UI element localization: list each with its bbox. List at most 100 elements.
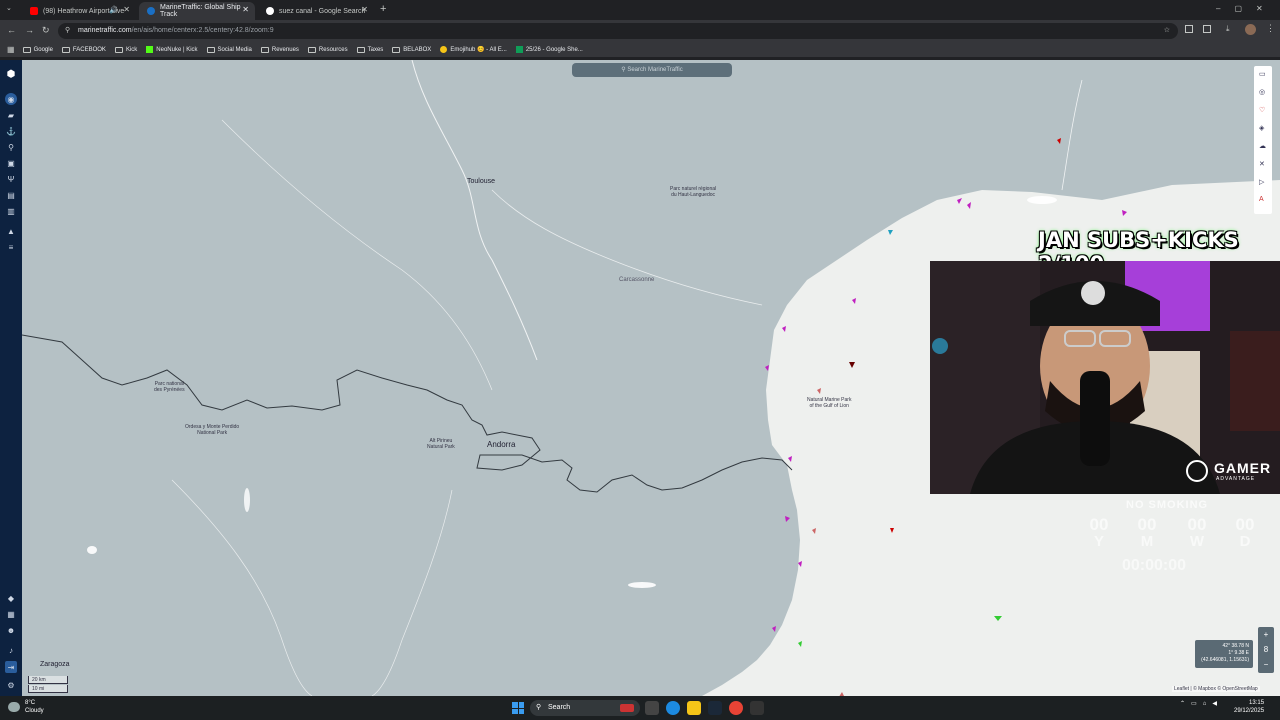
download-icon[interactable]: ⤓ xyxy=(1226,24,1230,34)
port-icon[interactable]: ⚓ xyxy=(5,125,17,137)
display-icon[interactable]: ▭ xyxy=(1191,700,1197,707)
ship-icon[interactable]: ▰ xyxy=(5,109,17,121)
reload-button[interactable]: ↻ xyxy=(42,25,50,36)
bookmark-neonuke[interactable]: NeoNuke | Kick xyxy=(146,46,198,53)
bookmark-resources[interactable]: Resources xyxy=(307,46,348,53)
bookmark-emojihub[interactable]: Emojihub 😊 - All E... xyxy=(440,46,507,53)
bookmark-revenues[interactable]: Revenues xyxy=(260,46,299,53)
weather-widget[interactable]: 8°C Cloudy xyxy=(25,699,44,715)
taskbar-search[interactable]: ⚲ Search xyxy=(530,700,640,716)
tab-search-icon[interactable]: ⌄ xyxy=(6,4,12,12)
database-icon[interactable]: ▦ xyxy=(5,608,17,620)
window-controls[interactable]: –▢✕ xyxy=(1216,4,1277,13)
bookmark-social-media[interactable]: Social Media xyxy=(206,46,252,53)
apps-grid-icon[interactable]: ▦ xyxy=(7,45,15,54)
bookmark-google[interactable]: Google xyxy=(22,46,53,53)
vessel-icon[interactable]: ▲ xyxy=(5,225,17,237)
site-info-icon[interactable]: ⚲ xyxy=(65,23,70,39)
bell-icon[interactable]: ♪ xyxy=(5,644,17,656)
close-tab-icon[interactable]: ✕ xyxy=(242,6,249,14)
folder-icon xyxy=(356,46,365,53)
fleet-icon[interactable]: ▤ xyxy=(5,189,17,201)
settings-gear-icon[interactable]: ⚙ xyxy=(5,679,17,691)
search-icon: ⚲ xyxy=(536,704,542,711)
url-input[interactable]: ⚲ marinetraffic.com/en/ais/home/centerx:… xyxy=(58,23,1178,39)
filter-icon[interactable]: ◎ xyxy=(1259,88,1265,96)
bookmark-google-sheets[interactable]: 25/26 - Google She... xyxy=(515,46,583,53)
route-icon[interactable]: A xyxy=(1259,196,1264,203)
team-icon[interactable]: ☻ xyxy=(5,624,17,636)
windows-start-icon[interactable] xyxy=(512,702,524,714)
vessel-marker[interactable] xyxy=(994,616,1002,621)
tray-chevron-icon[interactable]: ⌃ xyxy=(1180,700,1185,707)
vessel-marker[interactable] xyxy=(772,626,776,632)
back-button[interactable]: ← xyxy=(7,25,16,35)
system-tray: ⌃ ▭ ⌂ ◀ xyxy=(1180,700,1217,708)
bookmark-label: 25/26 - Google She... xyxy=(525,46,583,53)
weather-icon[interactable]: ☁ xyxy=(1259,142,1266,150)
vessel-marker[interactable] xyxy=(812,528,816,534)
globe-icon[interactable]: ◉ xyxy=(5,93,17,105)
vessel-marker[interactable] xyxy=(798,561,802,567)
network-icon[interactable]: ⌂ xyxy=(1203,701,1207,707)
steam-icon[interactable] xyxy=(708,701,722,715)
vessel-marker[interactable] xyxy=(765,365,769,371)
antenna-icon[interactable]: Ψ xyxy=(5,173,17,185)
taskbar-clock[interactable]: 13:15 29/12/2025 xyxy=(1234,699,1264,715)
vessel-marker[interactable] xyxy=(967,202,971,209)
profile-avatar[interactable] xyxy=(1245,24,1256,35)
bookmark-kick[interactable]: Kick xyxy=(114,46,137,53)
zoom-in-button[interactable]: + xyxy=(1258,627,1274,642)
volume-icon[interactable]: ◀ xyxy=(1212,700,1217,707)
file-explorer-icon[interactable] xyxy=(687,701,701,715)
bookmark-taxes[interactable]: Taxes xyxy=(356,46,383,53)
folder-icon xyxy=(260,46,269,53)
tab-google-search[interactable]: suez canal - Google Search ✕ xyxy=(258,2,374,20)
stack-icon[interactable]: ◈ xyxy=(1259,124,1264,132)
vessel-marker[interactable] xyxy=(888,230,893,235)
news-icon[interactable]: ▥ xyxy=(5,205,17,217)
marinetraffic-logo-icon[interactable]: ⬢ xyxy=(5,68,17,80)
anchor-icon[interactable]: ⚲ xyxy=(5,141,17,153)
forward-button[interactable]: → xyxy=(25,25,34,35)
close-tab-icon[interactable]: ✕ xyxy=(361,6,368,14)
vessel-marker[interactable] xyxy=(1122,210,1127,216)
vessel-marker[interactable] xyxy=(788,456,792,462)
obs-icon[interactable] xyxy=(750,701,764,715)
list-icon[interactable]: ≡ xyxy=(5,241,17,253)
login-icon[interactable]: ⇥ xyxy=(5,661,17,673)
layers-icon[interactable]: ▭ xyxy=(1259,70,1266,78)
favorites-icon[interactable]: ♡ xyxy=(1259,106,1265,114)
vessel-marker[interactable] xyxy=(849,362,855,368)
edge-icon[interactable] xyxy=(666,701,680,715)
tag-icon[interactable]: ◆ xyxy=(5,592,17,604)
speaker-icon[interactable]: 🔊 xyxy=(109,6,118,14)
vessel-marker[interactable] xyxy=(890,528,894,533)
map-attribution[interactable]: Leaflet | © Mapbox © OpenStreetMap xyxy=(1172,686,1260,692)
vessel-marker[interactable] xyxy=(782,326,786,332)
vessel-marker[interactable] xyxy=(957,198,962,204)
extensions-puzzle-icon[interactable] xyxy=(1203,25,1211,33)
bookmark-facebook[interactable]: FACEBOOK xyxy=(61,46,106,53)
task-view-icon[interactable] xyxy=(645,701,659,715)
extension-icon[interactable] xyxy=(1185,25,1193,33)
chrome-icon[interactable] xyxy=(729,701,743,715)
container-icon[interactable]: ▣ xyxy=(5,157,17,169)
vessel-marker[interactable] xyxy=(817,388,821,394)
play-icon[interactable]: ▷ xyxy=(1259,178,1264,186)
google-icon xyxy=(266,7,274,15)
bookmark-belabox[interactable]: BELABOX xyxy=(392,46,431,53)
vessel-marker[interactable] xyxy=(852,298,856,304)
vessel-marker[interactable] xyxy=(785,516,790,522)
zoom-out-button[interactable]: − xyxy=(1258,657,1274,672)
measure-icon[interactable]: ✕ xyxy=(1259,160,1265,168)
tab-heathrow[interactable]: (98) Heathrow Airport Live 🔊 ✕ xyxy=(22,2,136,20)
bookmark-label: Google xyxy=(33,46,53,53)
tab-marinetraffic[interactable]: MarineTraffic: Global Ship Track ✕ xyxy=(139,2,255,20)
vessel-marker[interactable] xyxy=(1057,138,1061,144)
new-tab-button[interactable]: + xyxy=(380,3,386,15)
menu-kebab-icon[interactable]: ⋮ xyxy=(1266,23,1275,34)
vessel-marker[interactable] xyxy=(798,641,802,647)
close-tab-icon[interactable]: ✕ xyxy=(123,6,130,14)
bookmark-star-icon[interactable]: ☆ xyxy=(1164,23,1170,39)
